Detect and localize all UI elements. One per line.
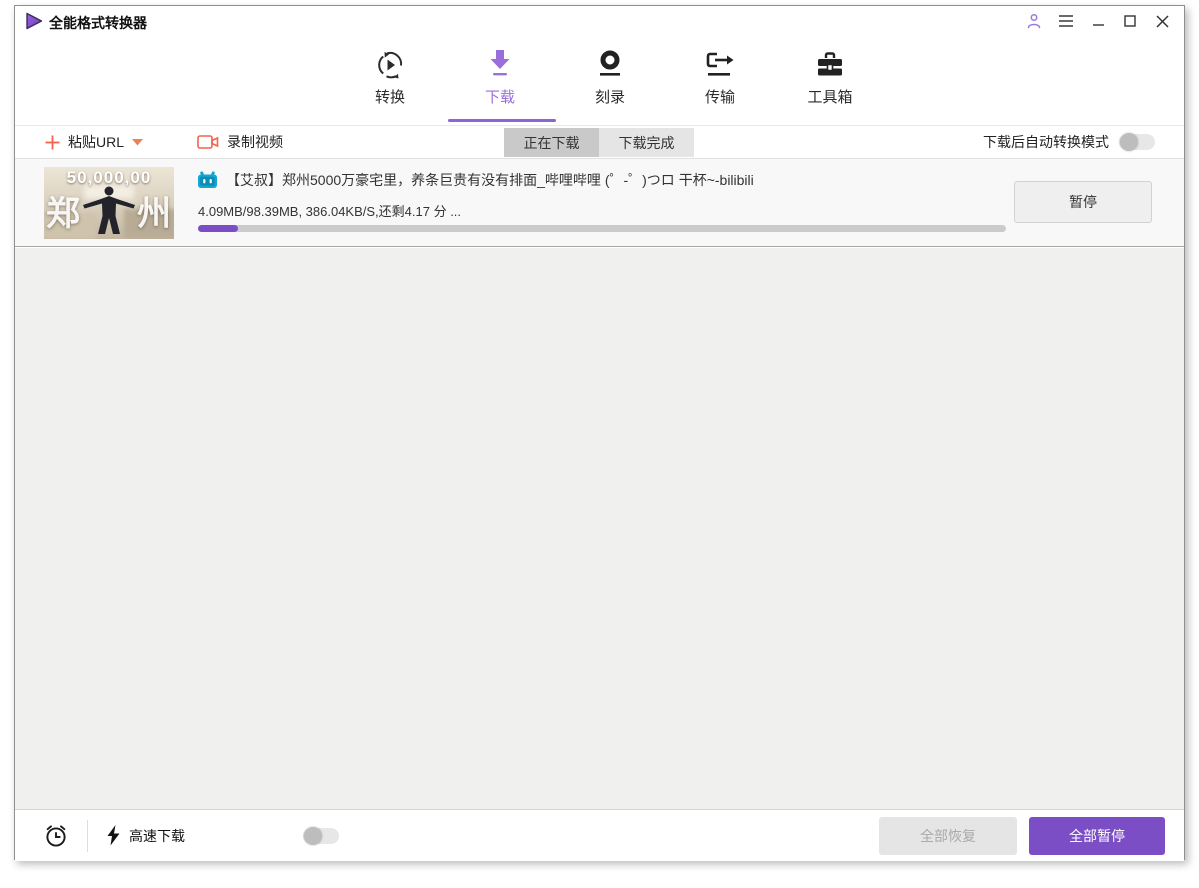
auto-convert-toggle[interactable] xyxy=(1119,133,1155,151)
thumbnail-caption-left: 郑 xyxy=(46,195,80,233)
tab-toolbox-label: 工具箱 xyxy=(807,89,853,106)
download-item: 50,000,00 郑 州 【艾叔】郑州5000万豪宅里，养条巨贵有没有排面_哔… xyxy=(15,159,1184,247)
tab-burn-label: 刻录 xyxy=(594,89,625,106)
video-camera-icon xyxy=(197,135,219,149)
toggle-knob xyxy=(1120,133,1138,151)
app-logo-icon xyxy=(26,12,43,30)
record-video-button[interactable]: 录制视频 xyxy=(197,132,283,152)
person-silhouette xyxy=(83,186,135,234)
tab-convert[interactable]: 转换 xyxy=(340,44,440,107)
thumbnail-caption-right: 州 xyxy=(137,195,171,233)
tab-convert-label: 转换 xyxy=(374,89,405,106)
convert-icon xyxy=(375,44,405,80)
pause-button[interactable]: 暂停 xyxy=(1014,181,1152,223)
plus-icon xyxy=(45,135,60,149)
thumbnail-caption-top: 50,000,00 xyxy=(66,168,152,187)
maximize-icon[interactable] xyxy=(1120,10,1140,32)
tab-download-label: 下载 xyxy=(484,89,515,106)
active-tab-indicator xyxy=(448,119,556,122)
high-speed-download-label: 高速下载 xyxy=(129,827,185,844)
paste-url-label: 粘贴URL xyxy=(68,134,125,150)
menu-icon[interactable] xyxy=(1056,10,1076,32)
filter-tab-completed[interactable]: 下载完成 xyxy=(599,128,694,157)
tab-transfer-label: 传输 xyxy=(704,89,735,106)
transfer-icon xyxy=(705,44,735,80)
close-icon[interactable] xyxy=(1152,10,1172,32)
toolbox-icon xyxy=(815,44,845,80)
high-speed-toggle[interactable] xyxy=(303,826,339,845)
schedule-timer-icon[interactable] xyxy=(43,823,69,849)
minimize-icon[interactable] xyxy=(1088,10,1108,32)
filter-tab-downloading[interactable]: 正在下载 xyxy=(504,128,599,157)
app-title: 全能格式转换器 xyxy=(49,15,147,31)
progress-bar xyxy=(198,225,1006,232)
video-thumbnail[interactable]: 50,000,00 郑 州 xyxy=(44,167,174,239)
chevron-down-icon xyxy=(132,138,144,145)
toggle-knob xyxy=(304,826,322,845)
burn-icon xyxy=(596,44,624,80)
bilibili-icon xyxy=(198,171,217,188)
tab-transfer[interactable]: 传输 xyxy=(670,44,770,107)
auto-convert-label: 下载后自动转换模式 xyxy=(983,134,1109,150)
divider xyxy=(87,819,88,852)
tab-toolbox[interactable]: 工具箱 xyxy=(780,44,880,107)
tab-download[interactable]: 下载 xyxy=(450,44,550,107)
download-filter-tabs: 正在下载 下载完成 xyxy=(504,128,694,157)
tab-burn[interactable]: 刻录 xyxy=(560,44,660,107)
titlebar: 全能格式转换器 xyxy=(15,6,1184,36)
download-item-title: 【艾叔】郑州5000万豪宅里，养条巨贵有没有排面_哔哩哔哩 (゜-゜)つロ 干杯… xyxy=(226,172,754,188)
user-account-icon[interactable] xyxy=(1024,10,1044,32)
main-nav: 转换 下载 刻录 传输 工具箱 xyxy=(15,36,1184,126)
lightning-icon xyxy=(107,825,120,846)
download-list-area xyxy=(15,248,1184,809)
download-icon xyxy=(486,44,514,80)
paste-url-button[interactable]: 粘贴URL xyxy=(45,132,144,152)
resume-all-button[interactable]: 全部恢复 xyxy=(879,817,1017,855)
footer: 高速下载 全部恢复 全部暂停 xyxy=(15,809,1184,861)
download-progress-text: 4.09MB/98.39MB, 386.04KB/S,还剩4.17 分 ... xyxy=(198,204,462,219)
toolbar: 粘贴URL 录制视频 正在下载 下载完成 下载后自动转换模式 xyxy=(15,126,1184,159)
record-video-label: 录制视频 xyxy=(227,134,284,150)
progress-bar-fill xyxy=(198,225,239,232)
app-window: 全能格式转换器 转换 下载 刻录 传输 工具箱 粘贴URL 录制视频 正在下载 … xyxy=(14,5,1185,861)
pause-all-button[interactable]: 全部暂停 xyxy=(1029,817,1165,855)
